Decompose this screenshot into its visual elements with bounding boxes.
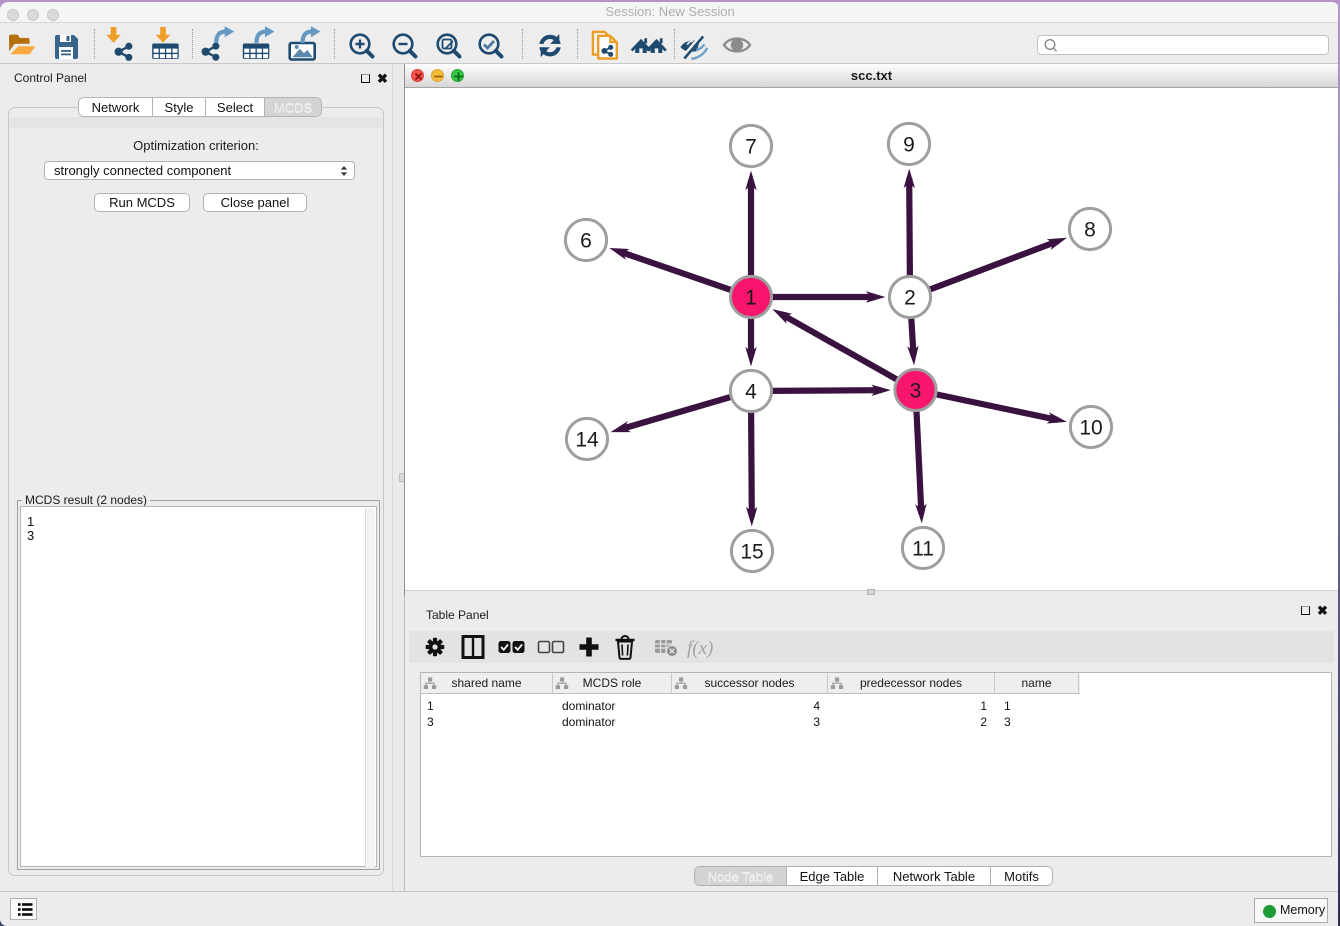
svg-text:f(x): f(x) xyxy=(687,638,713,659)
svg-text:7: 7 xyxy=(745,136,757,159)
svg-text:2: 2 xyxy=(904,287,916,310)
svg-text:15: 15 xyxy=(740,541,763,564)
svg-text:14: 14 xyxy=(575,429,599,452)
svg-text:3: 3 xyxy=(910,380,922,403)
svg-text:4: 4 xyxy=(745,381,757,404)
svg-text:6: 6 xyxy=(580,230,592,253)
svg-text:9: 9 xyxy=(903,134,915,157)
svg-text:11: 11 xyxy=(912,538,934,561)
svg-text:1: 1 xyxy=(745,287,757,310)
svg-text:10: 10 xyxy=(1079,417,1102,440)
svg-text:8: 8 xyxy=(1084,219,1096,242)
